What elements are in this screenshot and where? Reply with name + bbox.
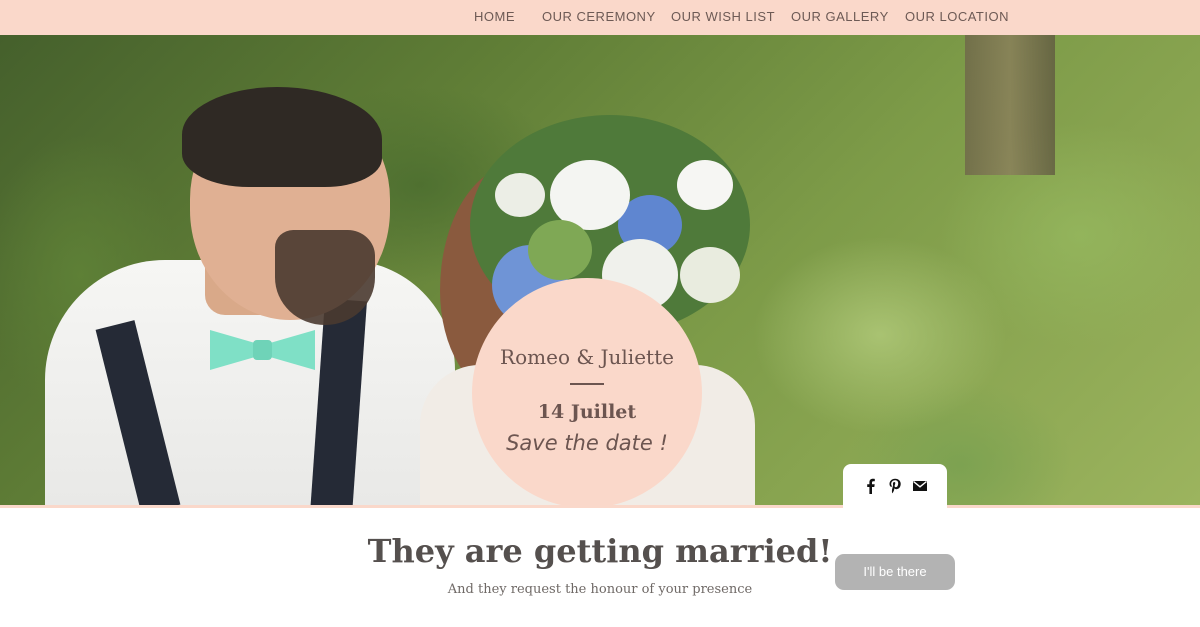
mail-icon[interactable] — [912, 478, 928, 494]
wedding-date: 14 Juillet — [537, 401, 637, 423]
save-the-date-badge: Romeo & Juliette 14 Juillet Save the dat… — [472, 278, 702, 508]
groom-hair — [182, 87, 382, 187]
page-headline: They are getting married! — [367, 532, 833, 570]
badge-divider — [570, 383, 604, 385]
bowtie-image — [210, 330, 315, 370]
nav-our-ceremony[interactable]: OUR CEREMONY — [542, 9, 656, 24]
couple-names: Romeo & Juliette — [500, 345, 674, 369]
save-the-date-text: Save the date ! — [506, 431, 668, 455]
facebook-icon[interactable] — [863, 478, 879, 494]
nav-home[interactable]: HOME — [474, 9, 515, 24]
tree-trunk — [965, 35, 1055, 175]
share-tab — [843, 464, 947, 510]
nav-our-location[interactable]: OUR LOCATION — [905, 9, 1009, 24]
pinterest-icon[interactable] — [887, 478, 903, 494]
nav-our-gallery[interactable]: OUR GALLERY — [791, 9, 889, 24]
page-subheadline: And they request the honour of your pres… — [447, 582, 753, 597]
groom-beard — [275, 230, 375, 325]
top-nav: HOME OUR CEREMONY OUR WISH LIST OUR GALL… — [0, 0, 1200, 35]
rsvp-button[interactable]: I'll be there — [835, 554, 955, 590]
nav-our-wish-list[interactable]: OUR WISH LIST — [671, 9, 775, 24]
